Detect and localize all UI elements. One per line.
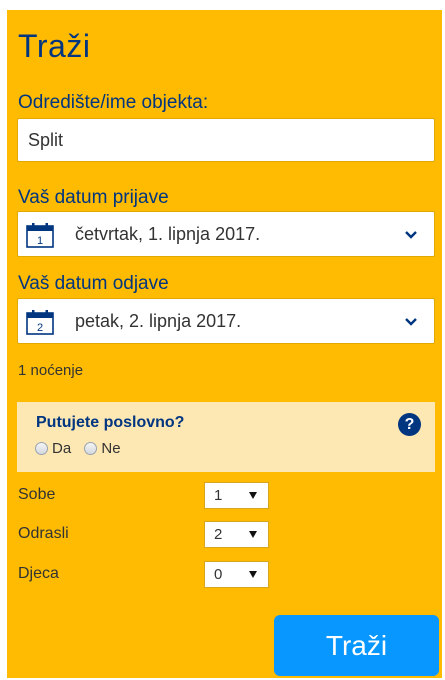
children-select[interactable]: 0 [204, 561, 269, 588]
rooms-select[interactable]: 1 [204, 482, 269, 509]
nights-count: 1 noćenje [18, 362, 84, 379]
destination-input[interactable] [17, 118, 435, 162]
business-radio-group: Da Ne [35, 440, 130, 457]
checkin-date-select[interactable]: 1 četvrtak, 1. lipnja 2017. [17, 211, 435, 257]
radio-no[interactable] [84, 442, 98, 455]
children-label: Djeca [18, 565, 59, 582]
checkout-date-value: petak, 2. lipnja 2017. [75, 311, 242, 331]
destination-label: Odredište/ime objekta: [18, 92, 209, 113]
chevron-down-icon [405, 318, 417, 326]
search-button[interactable]: Traži [274, 615, 439, 676]
checkout-label: Vaš datum odjave [18, 273, 169, 294]
checkin-label: Vaš datum prijave [18, 187, 169, 208]
panel-title: Traži [18, 28, 91, 64]
radio-yes-label[interactable]: Da [52, 440, 71, 457]
checkin-date-value: četvrtak, 1. lipnja 2017. [75, 224, 261, 244]
rooms-label: Sobe [18, 486, 56, 503]
dropdown-arrow-icon [249, 571, 257, 578]
dropdown-arrow-icon [249, 492, 257, 499]
adults-label: Odrasli [18, 525, 69, 542]
radio-no-label[interactable]: Ne [101, 440, 120, 457]
radio-yes[interactable] [35, 442, 48, 455]
business-travel-box: Putujete poslovno? ? Da Ne [17, 402, 435, 472]
calendar-icon: 2 [26, 310, 54, 335]
business-question: Putujete poslovno? [36, 414, 185, 431]
rooms-value: 1 [214, 487, 223, 504]
dropdown-arrow-icon [249, 531, 257, 538]
checkout-day-number: 2 [37, 322, 43, 334]
adults-value: 2 [214, 526, 223, 543]
chevron-down-icon [405, 231, 417, 239]
checkin-day-number: 1 [37, 235, 43, 247]
adults-select[interactable]: 2 [204, 521, 269, 548]
children-value: 0 [214, 566, 223, 583]
checkout-date-select[interactable]: 2 petak, 2. lipnja 2017. [17, 298, 435, 344]
search-panel: Traži Odredište/ime objekta: Vaš datum p… [7, 10, 442, 678]
calendar-icon: 1 [26, 223, 54, 248]
help-icon[interactable]: ? [398, 413, 421, 436]
